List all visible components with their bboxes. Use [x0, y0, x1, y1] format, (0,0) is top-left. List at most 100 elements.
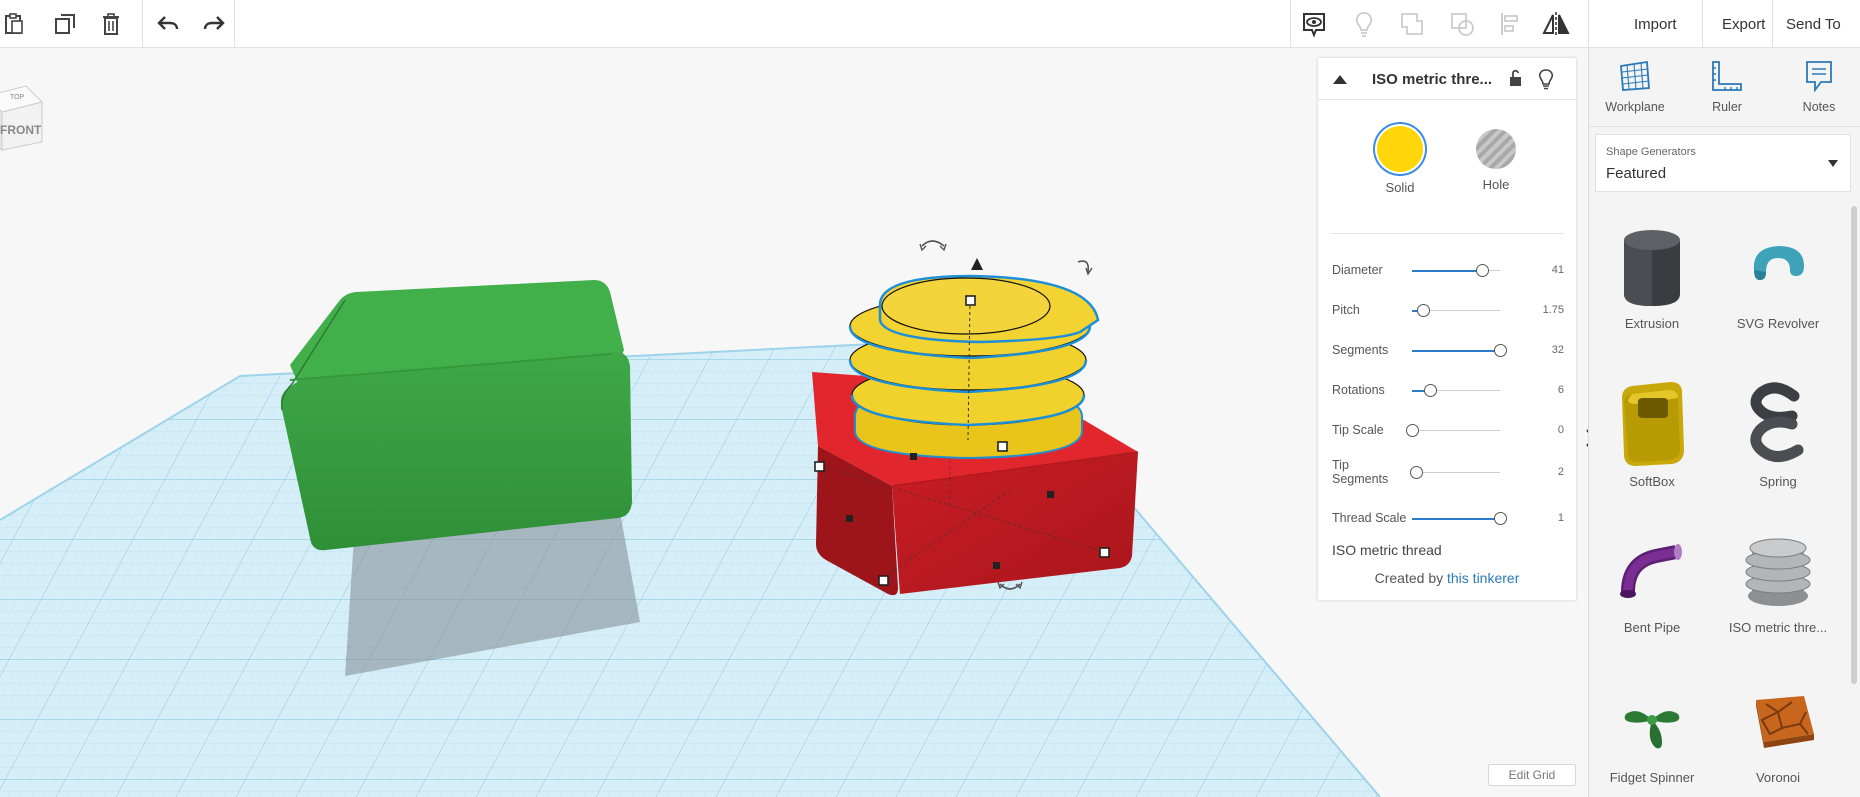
caret-down-icon: [1828, 160, 1838, 167]
resize-handle[interactable]: [997, 441, 1008, 452]
copy-button[interactable]: [0, 6, 32, 42]
param-slider[interactable]: [1412, 264, 1500, 277]
show-hide-button[interactable]: [1296, 6, 1332, 42]
slider-fill: [1412, 269, 1483, 272]
duplicate-button[interactable]: [47, 6, 83, 42]
shape-credit: Created by this tinkerer: [1318, 570, 1576, 586]
rotate-arrow-icon[interactable]: [921, 240, 945, 247]
param-slider[interactable]: [1412, 304, 1500, 317]
shape-bent-pipe[interactable]: Bent Pipe: [1589, 530, 1715, 680]
slider-knob[interactable]: [1476, 264, 1490, 277]
slider-knob[interactable]: [1410, 466, 1424, 479]
edit-grid-button[interactable]: Edit Grid: [1488, 764, 1576, 786]
shape-label: Bent Pipe: [1623, 620, 1681, 635]
toolbar-separator: [1702, 0, 1703, 48]
corner-handle[interactable]: [878, 575, 889, 586]
softbox-shape-icon: [1622, 382, 1684, 466]
param-slider[interactable]: [1412, 344, 1507, 357]
align-icon: [1501, 13, 1518, 35]
lift-arrow-icon[interactable]: [971, 258, 983, 270]
viewcube-top-label[interactable]: TOP: [10, 94, 25, 101]
shape-voronoi[interactable]: Voronoi: [1715, 684, 1841, 797]
shape-iso-metric-thread[interactable]: ISO metric thre...: [1715, 530, 1841, 680]
param-slider[interactable]: [1410, 466, 1500, 479]
edge-handle[interactable]: [910, 453, 917, 460]
iso-metric-thread-shape-icon: [1745, 538, 1811, 606]
mirror-button[interactable]: [1538, 6, 1574, 42]
workplane-tool[interactable]: Workplane: [1595, 58, 1675, 114]
height-handle[interactable]: [965, 295, 976, 306]
group-icon: [1401, 13, 1423, 35]
shape-label: SVG Revolver: [1736, 316, 1820, 331]
edge-handle[interactable]: [993, 562, 1000, 569]
ruler-tool[interactable]: Ruler: [1687, 58, 1767, 114]
corner-handle[interactable]: [814, 461, 825, 472]
param-slider[interactable]: [1412, 512, 1507, 525]
lock-button[interactable]: [1506, 68, 1526, 88]
slider-knob[interactable]: [1417, 304, 1431, 317]
trash-icon: [103, 13, 119, 35]
import-button[interactable]: Import: [1622, 8, 1689, 40]
green-box-shape[interactable]: [280, 280, 632, 551]
solid-label: Solid: [1385, 180, 1415, 195]
tinkerer-link[interactable]: this tinkerer: [1447, 570, 1519, 586]
dropdown-selected-value: Featured: [1606, 165, 1667, 182]
param-value[interactable]: 2: [1526, 466, 1564, 478]
shape-library-dropdown[interactable]: Shape Generators Featured: [1595, 134, 1851, 192]
slider-knob[interactable]: [1494, 344, 1507, 357]
shape-softbox[interactable]: SoftBox: [1589, 378, 1715, 528]
light-bulb-icon: [1538, 69, 1554, 90]
shape-spring[interactable]: Spring: [1715, 378, 1841, 528]
duplicate-icon: [55, 14, 75, 34]
delete-button[interactable]: [93, 6, 129, 42]
param-value[interactable]: 1.75: [1526, 304, 1564, 316]
ungroup-button[interactable]: [1444, 6, 1480, 42]
notes-tool[interactable]: Notes: [1779, 58, 1859, 114]
eye-speech-icon: [1303, 13, 1325, 38]
export-button[interactable]: Export: [1710, 8, 1777, 40]
solid-option[interactable]: Solid: [1370, 126, 1430, 195]
param-value[interactable]: 1: [1526, 512, 1564, 524]
hole-option[interactable]: Hole: [1466, 126, 1526, 192]
edge-handle[interactable]: [846, 515, 853, 522]
fidget-spinner-shape-icon: [1624, 711, 1680, 749]
slider-knob[interactable]: [1406, 424, 1419, 437]
undo-button[interactable]: [150, 6, 186, 42]
param-rotations: Rotations 6: [1332, 376, 1568, 406]
slider-knob[interactable]: [1494, 512, 1507, 525]
light-bulb-icon: [1355, 12, 1373, 37]
send-to-button[interactable]: Send To: [1774, 8, 1853, 40]
param-slider[interactable]: [1406, 424, 1500, 437]
param-label: Tip Scale: [1332, 423, 1384, 437]
slider-knob[interactable]: [1423, 384, 1437, 397]
view-cube[interactable]: TOP FRONT: [0, 74, 44, 159]
workplane-label: Workplane: [1605, 100, 1665, 114]
viewcube-front-label[interactable]: FRONT: [0, 123, 42, 137]
param-value[interactable]: 6: [1526, 384, 1564, 396]
light-bulb-button[interactable]: [1536, 68, 1556, 90]
solid-color-swatch[interactable]: [1377, 126, 1423, 172]
toolbar-separator: [1772, 0, 1773, 48]
shape-svg-revolver[interactable]: SVG Revolver: [1715, 226, 1841, 376]
redo-button[interactable]: [196, 6, 232, 42]
shape-inspector-panel: ISO metric thre... Solid Hole Diameter 41…: [1318, 58, 1576, 600]
hole-label: Hole: [1482, 177, 1510, 192]
param-value[interactable]: 32: [1526, 344, 1564, 356]
shape-fidget-spinner[interactable]: Fidget Spinner: [1589, 684, 1715, 797]
workplane-grid[interactable]: [0, 336, 1381, 797]
edge-handle[interactable]: [1047, 491, 1054, 498]
param-value[interactable]: 0: [1526, 424, 1564, 436]
param-slider[interactable]: [1412, 384, 1500, 397]
group-button[interactable]: [1394, 6, 1430, 42]
align-button[interactable]: [1492, 6, 1528, 42]
param-value[interactable]: 41: [1526, 264, 1564, 276]
light-bulb-button[interactable]: [1346, 6, 1382, 42]
hole-swatch[interactable]: [1476, 129, 1516, 169]
notes-icon: [1806, 61, 1832, 93]
param-label: Rotations: [1332, 383, 1385, 397]
slider-fill: [1412, 517, 1500, 520]
gallery-scrollbar[interactable]: [1851, 206, 1857, 684]
inspector-collapse-button[interactable]: [1330, 70, 1350, 88]
corner-handle[interactable]: [1099, 547, 1110, 558]
shape-extrusion[interactable]: Extrusion: [1589, 226, 1715, 376]
